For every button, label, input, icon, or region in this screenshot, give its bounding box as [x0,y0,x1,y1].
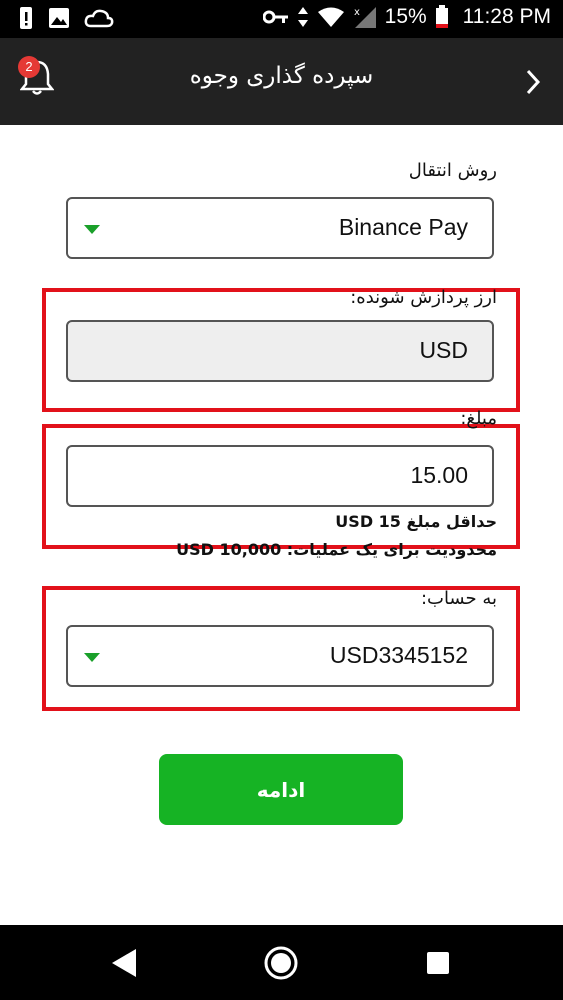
currency-value: USD [419,337,468,363]
notification-badge: 2 [18,56,40,78]
recents-icon[interactable] [426,951,450,975]
account-select[interactable]: USD3345152 [66,625,494,687]
continue-button[interactable]: ادامه [159,754,403,825]
signal-icon: x [354,7,376,28]
back-icon[interactable] [110,947,140,979]
dropdown-arrow-icon [84,653,100,662]
amount-value: 15.00 [410,462,468,488]
wifi-icon [317,7,344,27]
account-value: USD3345152 [329,642,468,668]
currency-field: USD [66,320,494,382]
svg-text:x: x [354,7,360,18]
amount-label: مبلغ: [460,408,497,429]
key-icon [262,10,288,24]
battery-icon [435,5,448,28]
page-title: سپرده گذاری وجوه [189,63,374,89]
image-icon [49,8,69,28]
alert-icon [20,7,32,29]
dropdown-arrow-icon [84,225,100,234]
method-label: روش انتقال [408,160,497,181]
max-amount-hint: محدودیت برای یک عملیات: USD 10,000 [176,540,497,559]
method-value: Binance Pay [338,214,468,240]
app-bar: سپرده گذاری وجوه [0,38,563,125]
account-label: به حساب: [420,588,497,609]
currency-label: ارز پردازش شونده: [350,287,497,308]
battery-percent: 15% [384,5,427,28]
home-icon[interactable] [263,945,299,981]
cloud-icon [84,9,114,28]
amount-input[interactable]: 15.00 [66,445,494,507]
clock: 11:28 PM [462,5,551,28]
method-select[interactable]: Binance Pay [66,197,494,259]
min-amount-hint: حداقل مبلغ USD 15 [335,512,497,531]
navigation-bar [0,925,563,1000]
data-arrows-icon [297,7,308,27]
status-bar: x 15% 11:28 PM [0,0,563,38]
